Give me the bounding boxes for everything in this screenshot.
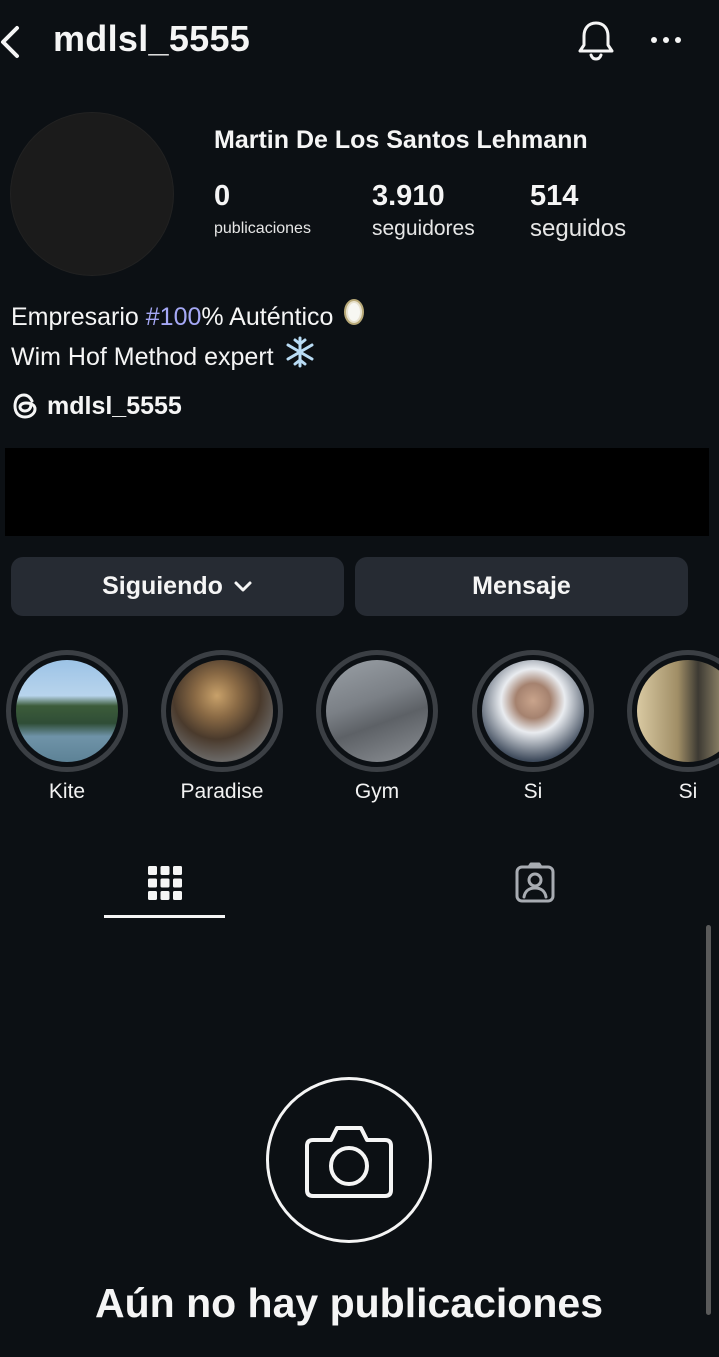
highlight-label: Si (678, 780, 698, 803)
highlight-thumbnail (16, 660, 118, 762)
posts-count: 0 publicaciones (214, 180, 311, 238)
highlight-label: Paradise (180, 780, 264, 803)
highlight-ring (316, 650, 438, 772)
bio-text: % Auténtico (201, 302, 334, 331)
mirror-emoji-icon (343, 298, 365, 336)
highlight-si-1[interactable]: Si (471, 650, 595, 804)
posts-value: 0 (214, 180, 231, 212)
following-label: seguidos (530, 215, 627, 242)
chevron-down-icon (234, 581, 252, 591)
followers-label: seguidores (372, 217, 475, 240)
highlight-ring (472, 650, 594, 772)
highlight-kite[interactable]: Kite (5, 650, 129, 804)
followers-value: 3.910 (372, 180, 445, 212)
highlight-thumbnail (171, 660, 273, 762)
highlight-thumbnail (482, 660, 584, 762)
profile-page: mdlsl_5555 Martin De Los Santos Lehmann … (0, 0, 719, 1357)
scrollbar[interactable] (706, 925, 711, 1315)
threads-handle: mdlsl_5555 (47, 391, 182, 420)
message-button[interactable]: Mensaje (355, 557, 688, 616)
highlight-ring (6, 650, 128, 772)
tagged-person-icon (515, 862, 554, 902)
highlight-si-2[interactable]: Si (626, 650, 719, 804)
highlight-thumbnail (637, 660, 719, 762)
tab-posts-grid[interactable] (104, 845, 225, 920)
profile-full-name: Martin De Los Santos Lehmann (214, 126, 588, 154)
following-count[interactable]: 514 seguidos (530, 180, 626, 243)
highlight-paradise[interactable]: Paradise (160, 650, 284, 804)
bio-hashtag-link[interactable]: #100 (146, 300, 202, 335)
bio-text: Empresario (11, 302, 146, 331)
grid-icon (147, 865, 182, 900)
bio-line-2: Wim Hof Method expert (11, 336, 365, 378)
bell-icon (578, 21, 614, 61)
bio-text: Wim Hof Method expert (11, 342, 274, 371)
highlight-gym[interactable]: Gym (315, 650, 439, 804)
highlight-thumbnail (326, 660, 428, 762)
highlight-ring (627, 650, 719, 772)
back-button[interactable] (0, 22, 26, 62)
notifications-button[interactable] (574, 18, 618, 62)
following-button[interactable]: Siguiendo (11, 557, 344, 616)
following-value: 514 (530, 180, 579, 212)
more-options-button[interactable] (648, 28, 684, 52)
threads-icon (13, 393, 37, 419)
tab-tagged[interactable] (474, 845, 595, 920)
empty-state-camera-circle (266, 1077, 432, 1243)
bio-line-1: Empresario #100% Auténtico (11, 298, 365, 336)
more-dots-icon (651, 37, 681, 43)
camera-icon (305, 1126, 393, 1198)
posts-label: publicaciones (214, 220, 311, 237)
active-tab-indicator (104, 915, 225, 918)
empty-state-title: Aún no hay publicaciones (94, 1280, 603, 1326)
chevron-left-icon (1, 26, 19, 58)
highlight-label: Kite (48, 780, 86, 803)
followers-count[interactable]: 3.910 seguidores (372, 180, 475, 241)
redacted-area (5, 448, 709, 536)
highlight-label: Gym (354, 780, 400, 803)
top-bar: mdlsl_5555 (0, 0, 719, 80)
highlight-label: Si (523, 780, 543, 803)
threads-profile-link[interactable]: mdlsl_5555 (11, 390, 182, 422)
profile-avatar[interactable] (10, 112, 174, 276)
snowflake-emoji-icon (284, 336, 316, 378)
profile-username-title: mdlsl_5555 (53, 18, 251, 59)
highlight-ring (161, 650, 283, 772)
message-button-label: Mensaje (472, 572, 571, 600)
profile-bio: Empresario #100% Auténtico Wim Hof Metho… (11, 298, 365, 378)
following-button-label: Siguiendo (102, 572, 223, 600)
